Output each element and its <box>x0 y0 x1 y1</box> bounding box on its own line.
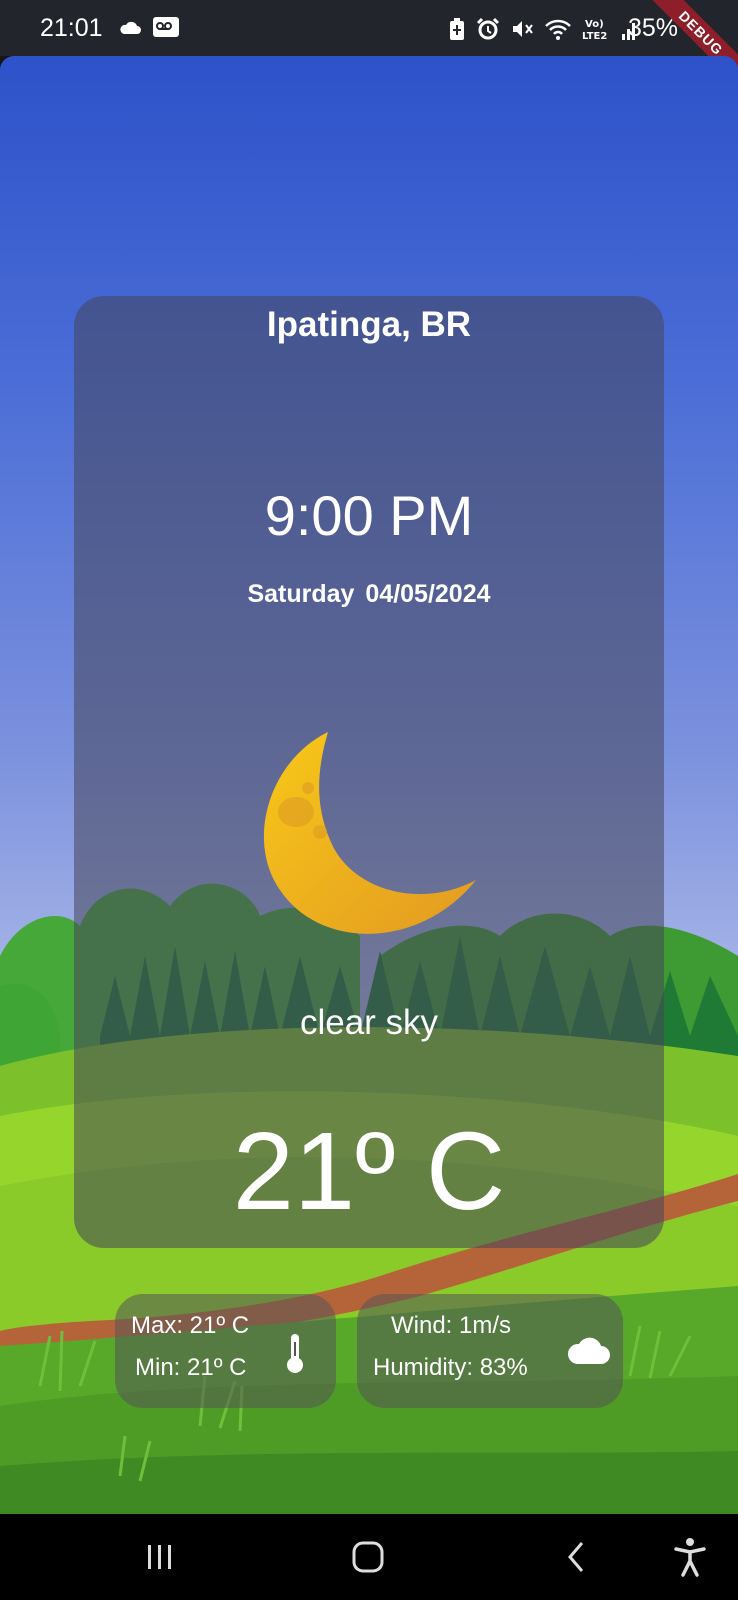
wind-humidity-panel: Wind: 1m/s Humidity: 83% <box>357 1294 623 1408</box>
humidity: Humidity: 83% <box>373 1354 528 1381</box>
current-time: 9:00 PM <box>264 484 474 547</box>
recent-apps-button[interactable] <box>130 1514 190 1600</box>
thermometer-icon <box>287 1334 303 1373</box>
status-time: 21:01 <box>40 14 103 42</box>
voicemail-icon <box>152 16 180 43</box>
location-title: Ipatinga, BR <box>266 305 472 344</box>
wind-speed: Wind: 1m/s <box>391 1312 512 1339</box>
mute-icon <box>510 17 534 46</box>
wifi-icon <box>544 17 572 46</box>
svg-text:Vo): Vo) <box>585 19 604 30</box>
accessibility-button[interactable] <box>660 1514 720 1600</box>
current-date: Saturday 04/05/2024 <box>247 580 491 608</box>
home-button[interactable] <box>338 1514 398 1600</box>
volte-lte2-icon: Vo) LTE2 <box>582 16 612 47</box>
accessibility-icon <box>674 1538 706 1577</box>
current-temperature: 21º C <box>232 1110 506 1233</box>
weather-description: clear sky <box>299 1003 439 1042</box>
min-max-panel: Max: 21º C Min: 21º C <box>115 1294 336 1408</box>
cloud-icon <box>567 1337 610 1364</box>
cloud-icon <box>118 19 142 40</box>
battery-saver-icon <box>448 17 466 46</box>
back-button[interactable] <box>546 1514 606 1600</box>
status-bar: 21:01 Vo) LTE2 35% DEBUG <box>0 0 738 94</box>
recent-apps-icon <box>148 1545 171 1569</box>
back-icon <box>568 1542 584 1572</box>
home-icon <box>352 1541 384 1573</box>
max-temp: Max: 21º C <box>131 1312 250 1339</box>
alarm-icon <box>476 17 500 46</box>
moon-icon <box>263 732 476 934</box>
navigation-bar <box>0 1514 738 1600</box>
svg-text:LTE2: LTE2 <box>582 31 607 42</box>
min-temp: Min: 21º C <box>135 1354 247 1381</box>
